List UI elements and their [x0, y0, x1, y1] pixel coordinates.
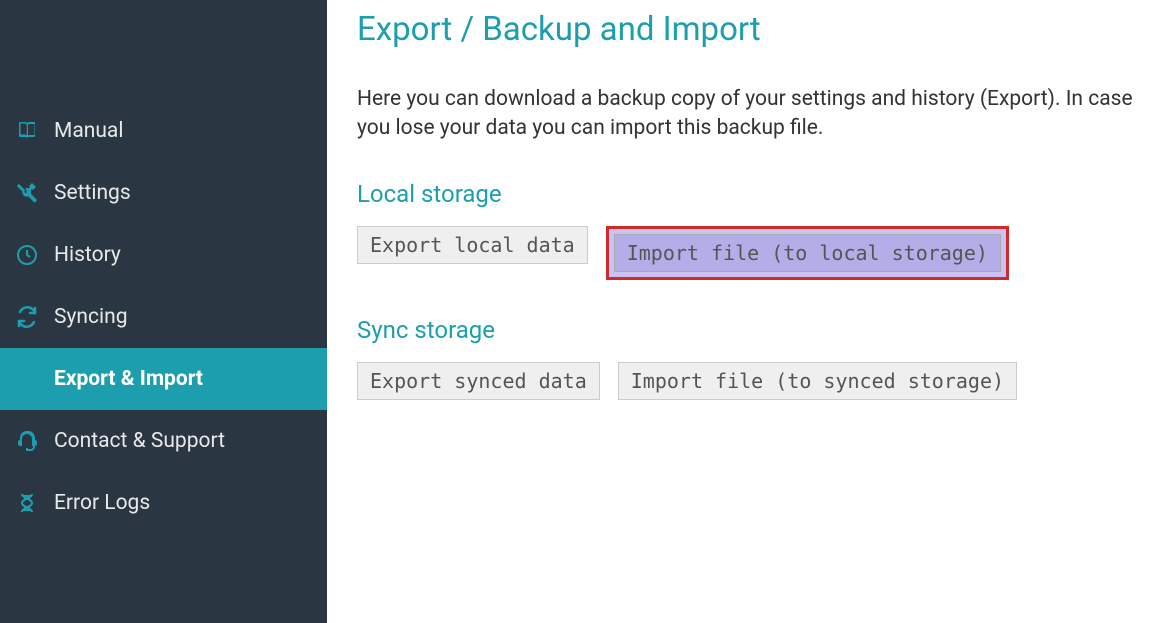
sidebar: Manual Settings History Syncing Export &… [0, 0, 327, 623]
sidebar-item-label: Export & Import [54, 367, 203, 391]
sidebar-item-label: Manual [54, 119, 123, 143]
page-title: Export / Backup and Import [357, 10, 1143, 49]
sidebar-item-label: History [54, 243, 121, 267]
button-row: Export local data Import file (to local … [357, 226, 1143, 280]
support-icon [14, 428, 40, 454]
button-row: Export synced data Import file (to synce… [357, 362, 1143, 400]
sidebar-item-syncing[interactable]: Syncing [0, 286, 327, 348]
export-synced-data-button[interactable]: Export synced data [357, 362, 600, 400]
sidebar-item-settings[interactable]: Settings [0, 162, 327, 224]
section-heading-sync-storage: Sync storage [357, 316, 1143, 344]
sidebar-item-export-import[interactable]: Export & Import [0, 348, 327, 410]
intro-text: Here you can download a backup copy of y… [357, 85, 1143, 144]
import-synced-file-button[interactable]: Import file (to synced storage) [618, 362, 1017, 400]
book-icon [14, 118, 40, 144]
highlight-box: Import file (to local storage) [606, 226, 1009, 280]
export-local-data-button[interactable]: Export local data [357, 226, 588, 264]
import-local-file-button[interactable]: Import file (to local storage) [614, 234, 1001, 272]
main-content: Export / Backup and Import Here you can … [327, 0, 1173, 623]
tools-icon [14, 180, 40, 206]
sidebar-item-label: Syncing [54, 305, 128, 329]
sync-icon [14, 304, 40, 330]
clock-icon [14, 242, 40, 268]
section-heading-local-storage: Local storage [357, 180, 1143, 208]
sidebar-item-label: Settings [54, 181, 131, 205]
dna-icon [14, 490, 40, 516]
sidebar-item-history[interactable]: History [0, 224, 327, 286]
sidebar-item-contact-support[interactable]: Contact & Support [0, 410, 327, 472]
sidebar-item-manual[interactable]: Manual [0, 100, 327, 162]
sidebar-item-label: Error Logs [54, 491, 150, 515]
sidebar-item-label: Contact & Support [54, 429, 225, 453]
sidebar-item-error-logs[interactable]: Error Logs [0, 472, 327, 534]
